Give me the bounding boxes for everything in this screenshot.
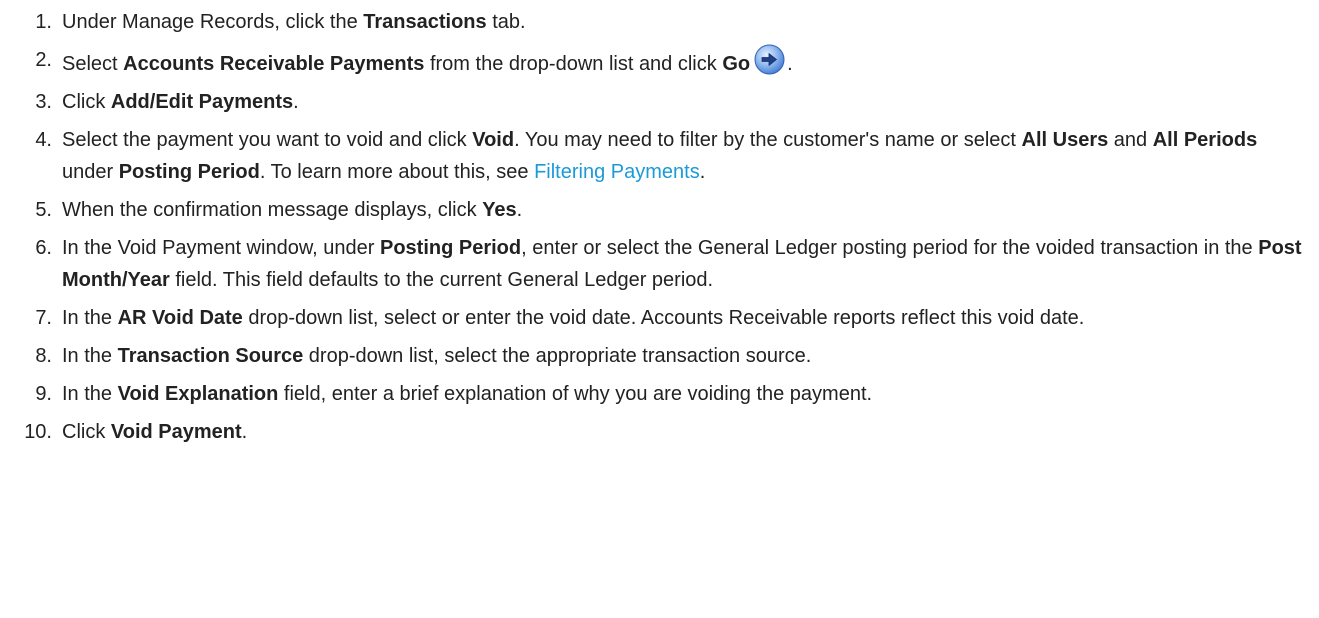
ui-term: Transactions	[363, 11, 487, 33]
step-number: 5.	[35, 199, 52, 221]
step-item: 10. Click Void Payment.	[0, 416, 1302, 448]
instruction-steps: 1. Under Manage Records, click the Transa…	[0, 6, 1319, 448]
step-number: 3.	[35, 91, 52, 113]
step-number: 4.	[35, 129, 52, 151]
step-number: 2.	[35, 49, 52, 71]
step-text: .	[241, 421, 248, 443]
step-text: In the	[62, 383, 118, 405]
step-text: , enter or select the General Ledger pos…	[521, 237, 1259, 259]
ui-term: AR Void Date	[117, 307, 243, 329]
step-number: 6.	[35, 237, 52, 259]
step-text: drop-down list, select or enter the void…	[242, 307, 1085, 329]
step-item: 6. In the Void Payment window, under Post…	[0, 232, 1302, 296]
step-item: 2. Select Accounts Receivable Payments fr…	[0, 44, 1302, 80]
step-text: . To learn more about this, see	[259, 161, 535, 183]
step-item: 4. Select the payment you want to void an…	[0, 124, 1302, 188]
ui-term: Posting Period	[118, 161, 260, 183]
step-text: field, enter a brief explanation of why …	[278, 383, 873, 405]
ui-term: Go	[722, 53, 751, 75]
step-item: 1. Under Manage Records, click the Transa…	[0, 6, 1302, 38]
step-text: from the drop-down list and click	[424, 53, 723, 75]
step-number: 10.	[24, 421, 52, 443]
step-text: Click	[62, 91, 111, 113]
ui-term: Add/Edit Payments	[110, 91, 294, 113]
step-item: 9. In the Void Explanation field, enter a…	[0, 378, 1302, 410]
step-text: .	[699, 161, 706, 183]
step-text: drop-down list, select the appropriate t…	[303, 345, 812, 367]
step-text: under	[62, 161, 119, 183]
step-text: Select	[62, 53, 124, 75]
step-text: When the confirmation message displays, …	[62, 199, 483, 221]
step-text: In the Void Payment window, under	[62, 237, 380, 259]
step-text: In the	[62, 307, 118, 329]
step-number: 7.	[35, 307, 52, 329]
ui-term: Void Explanation	[117, 383, 279, 405]
step-item: 3. Click Add/Edit Payments.	[0, 86, 1302, 118]
step-number: 9.	[35, 383, 52, 405]
go-arrow-icon	[754, 44, 785, 75]
ui-term: All Users	[1021, 129, 1109, 151]
step-item: 8. In the Transaction Source drop-down li…	[0, 340, 1302, 372]
ui-term: Void Payment	[110, 421, 242, 443]
step-text: field. This field defaults to the curren…	[169, 269, 714, 291]
ui-term: Transaction Source	[117, 345, 304, 367]
ui-term: Accounts Receivable Payments	[123, 53, 425, 75]
ui-term: Yes	[482, 199, 517, 221]
step-item: 5. When the confirmation message displays…	[0, 194, 1302, 226]
step-text: .	[516, 199, 523, 221]
ui-term: Posting Period	[379, 237, 522, 259]
step-text: tab.	[486, 11, 526, 33]
step-text: .	[787, 53, 793, 75]
step-text: . You may need to filter by the customer…	[514, 129, 1022, 151]
filtering-payments-link[interactable]: Filtering Payments	[534, 161, 700, 183]
step-text: Under Manage Records, click the	[62, 11, 364, 33]
step-text: Click	[62, 421, 111, 443]
ui-term: Void	[472, 129, 515, 151]
step-text: .	[293, 91, 299, 113]
ui-term: All Periods	[1152, 129, 1258, 151]
step-text: Select the payment you want to void and …	[62, 129, 473, 151]
step-item: 7. In the AR Void Date drop-down list, se…	[0, 302, 1302, 334]
step-number: 8.	[35, 345, 52, 367]
step-text: and	[1108, 129, 1153, 151]
step-number: 1.	[35, 11, 52, 33]
step-text: In the	[62, 345, 118, 367]
